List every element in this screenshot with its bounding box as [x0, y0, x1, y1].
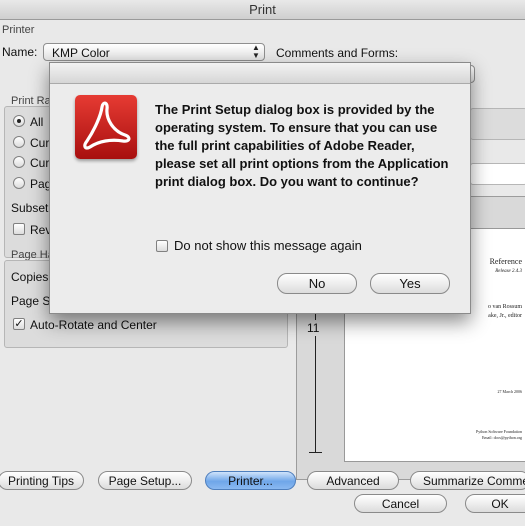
no-button[interactable]: No — [277, 273, 357, 294]
preview-title: Reference — [489, 257, 522, 266]
ok-button[interactable]: OK — [465, 494, 525, 513]
radio-current-view[interactable] — [13, 136, 25, 148]
printer-select-value: KMP Color — [52, 46, 110, 60]
preview-release: Release 2.4.3 — [495, 269, 522, 274]
dialog-titlebar — [50, 63, 470, 84]
preview-zoom-box — [470, 163, 525, 185]
preview-email: Email: docs@python.org — [481, 435, 522, 440]
printer-name-label: Name: — [2, 45, 38, 59]
radio-all-label: All — [30, 115, 44, 129]
subset-label: Subset — [11, 201, 49, 215]
printer-button[interactable]: Printer... — [205, 471, 296, 490]
auto-rotate-checkbox[interactable]: ✓ — [13, 318, 25, 330]
print-setup-alert-dialog: The Print Setup dialog box is provided b… — [49, 62, 471, 314]
radio-current-view-label: Cur — [30, 136, 50, 150]
radio-pages[interactable] — [13, 177, 25, 189]
radio-current-page-label: Cur — [30, 156, 50, 170]
preview-author: o van Rossum — [487, 304, 522, 310]
window-title: Print — [0, 0, 525, 20]
do-not-show-label: Do not show this message again — [174, 238, 362, 253]
page-setup-button[interactable]: Page Setup... — [98, 471, 192, 490]
printing-tips-button[interactable]: Printing Tips — [0, 471, 84, 490]
ruler-bottom-tick — [309, 452, 322, 453]
preview-date: 27 March 2006 — [497, 389, 522, 394]
printer-section-label: Printer — [2, 24, 35, 36]
yes-button[interactable]: Yes — [370, 273, 450, 294]
radio-current-page[interactable] — [13, 156, 25, 168]
select-arrows-icon: ▲ ▼ — [252, 43, 260, 60]
summarize-comments-button[interactable]: Summarize Comme — [410, 471, 525, 490]
reverse-pages-checkbox[interactable] — [13, 223, 25, 235]
advanced-button[interactable]: Advanced — [307, 471, 399, 490]
cancel-button[interactable]: Cancel — [354, 494, 447, 513]
preview-editor: ake, Jr., editor — [488, 313, 522, 319]
alert-message: The Print Setup dialog box is provided b… — [155, 102, 449, 189]
comments-forms-label: Comments and Forms: — [276, 46, 399, 60]
copies-label: Copies — [11, 270, 49, 284]
radio-all[interactable] — [13, 115, 25, 127]
ruler-number: 11 — [307, 320, 320, 336]
printer-select[interactable]: KMP Color ▲ ▼ — [43, 43, 265, 61]
preview-org: Python Software Foundation — [476, 429, 522, 434]
adobe-reader-icon — [75, 95, 137, 159]
auto-rotate-label: Auto-Rotate and Center — [30, 318, 157, 332]
do-not-show-checkbox[interactable] — [156, 240, 168, 252]
comments-summary-box — [470, 108, 525, 140]
